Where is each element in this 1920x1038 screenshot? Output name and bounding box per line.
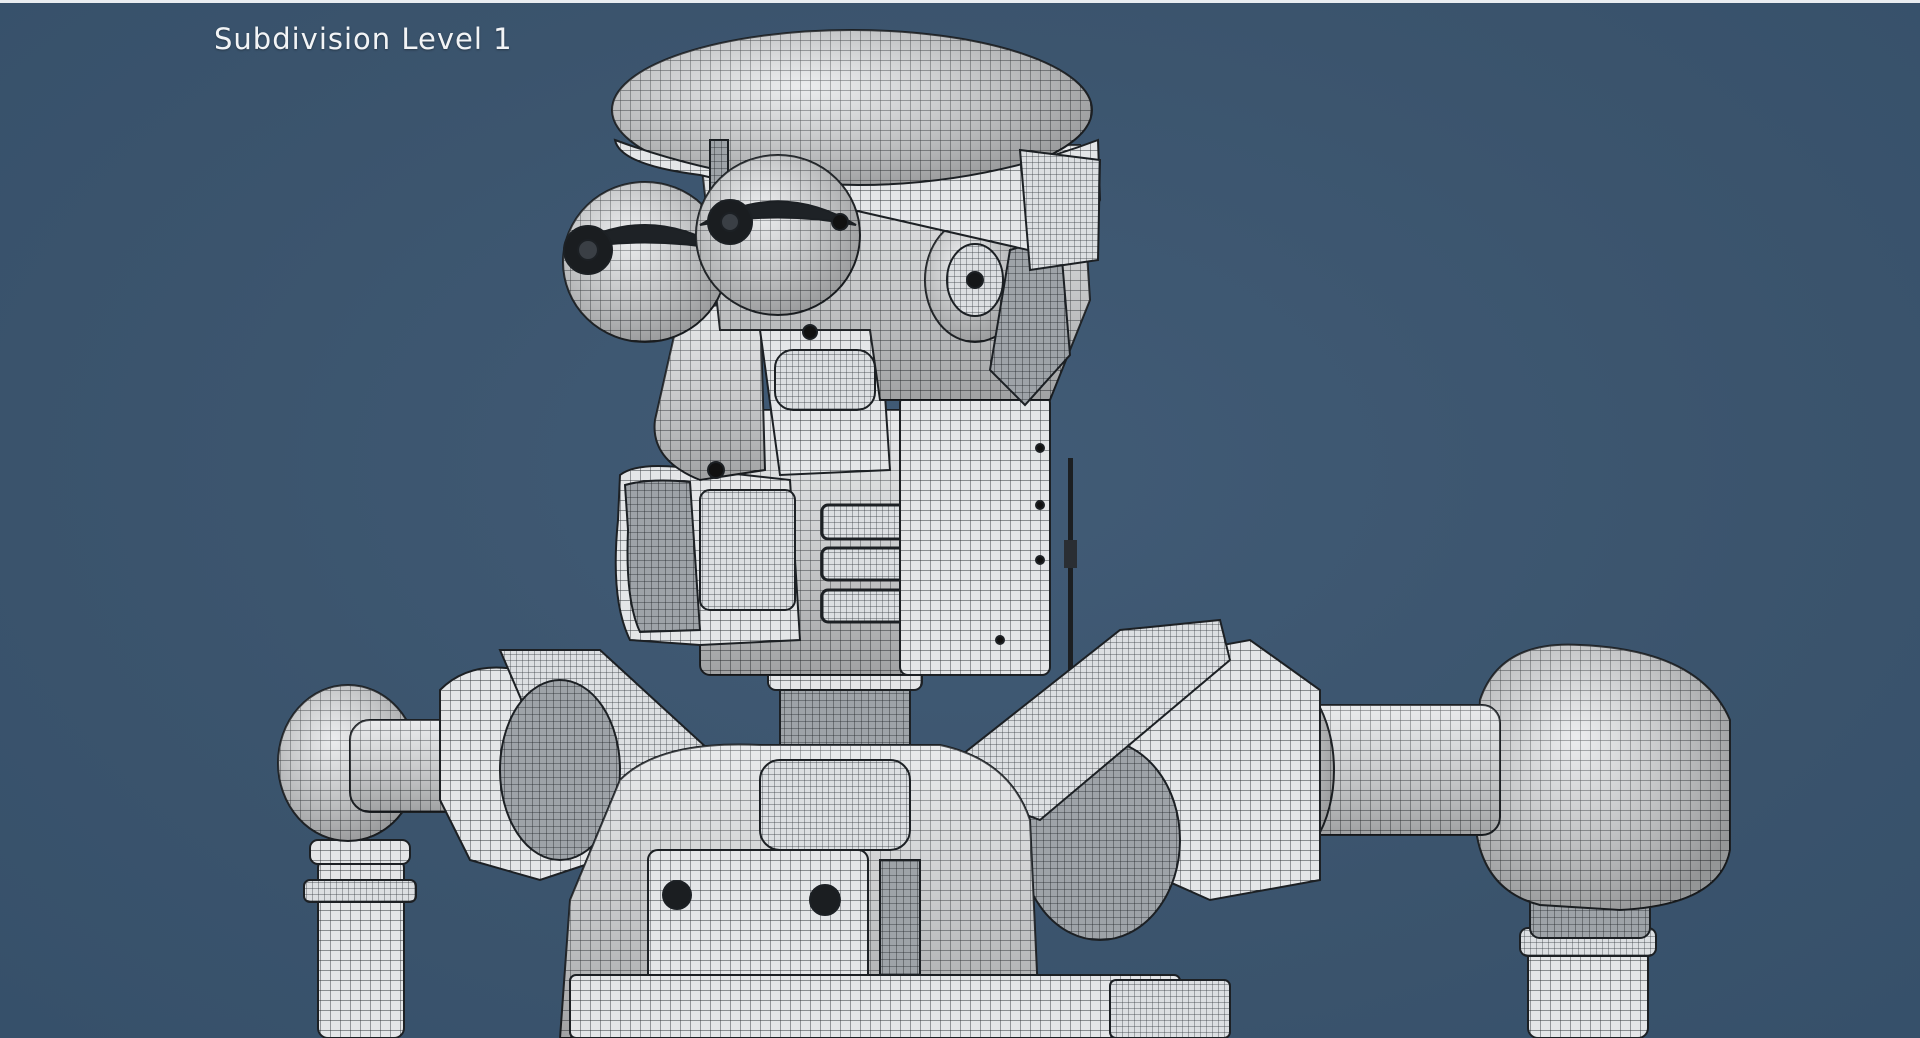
- 3d-viewport[interactable]: Subdivision Level 1: [0, 0, 1920, 1038]
- subdivision-level-label: Subdivision Level 1: [214, 22, 513, 56]
- robot-wireframe-model[interactable]: [0, 0, 1920, 1038]
- antenna: [1064, 458, 1077, 688]
- robot-head: [562, 29, 1102, 676]
- right-eye: [695, 154, 861, 316]
